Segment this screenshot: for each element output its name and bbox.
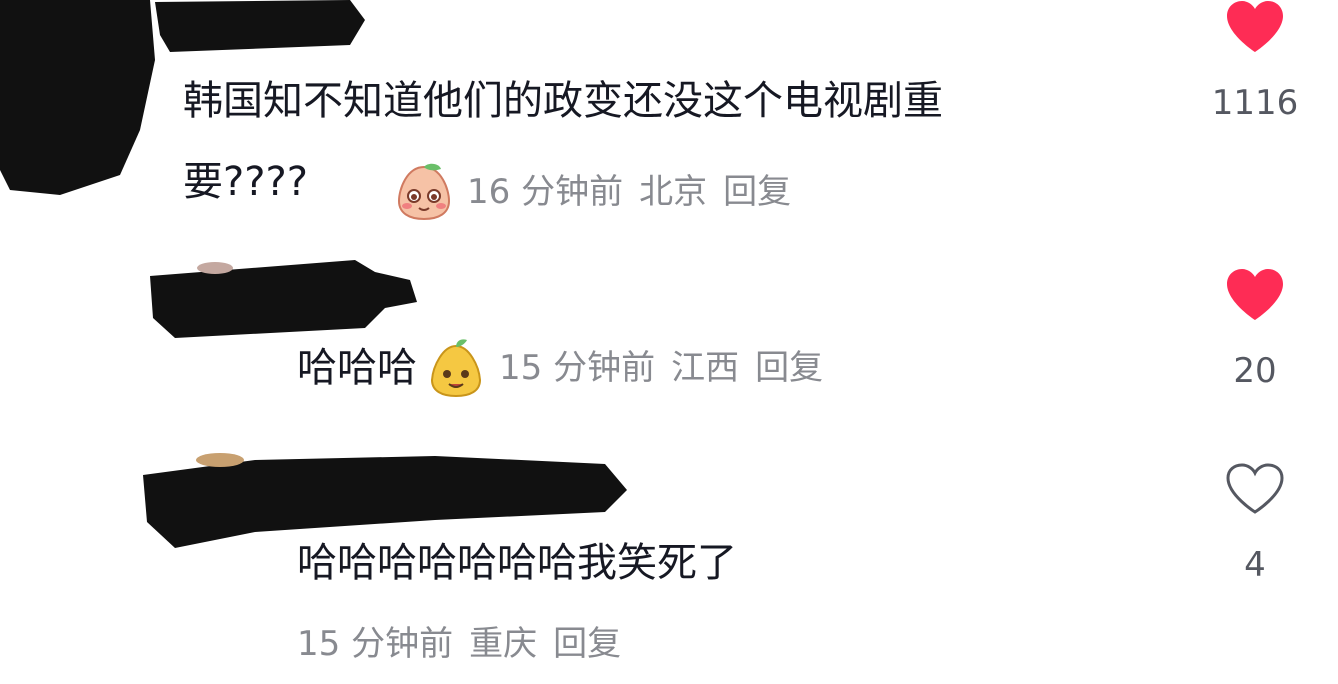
comment-3-reply-button[interactable]: 回复 — [553, 627, 621, 661]
comment-3-meta: 15 分钟前 重庆 回复 — [297, 627, 637, 661]
comment-3-location: 重庆 — [469, 624, 538, 664]
comment-1-text-line1: 韩国知不知道他们的政变还没这个电视剧重 — [183, 78, 943, 124]
blushing-peach-emoji — [397, 163, 451, 221]
comment-2-time: 15 分钟前 — [499, 348, 656, 388]
heart-outline-icon — [1226, 463, 1284, 514]
comment-1-like-button[interactable]: 1116 — [1205, 0, 1305, 120]
comment-3-text: 哈哈哈哈哈哈哈我笑死了 — [297, 540, 737, 586]
comment-1-text-line2: 要???? — [183, 159, 308, 205]
comment-3-like-count: 4 — [1244, 545, 1266, 585]
heart-filled-icon — [1227, 1, 1283, 52]
redacted-username-1 — [155, 0, 365, 52]
redacted-username-2 — [150, 260, 417, 338]
comment-2-text: 哈哈哈 — [297, 345, 417, 391]
comment-2-reply-button[interactable]: 回复 — [755, 351, 823, 385]
comment-1-like-count: 1116 — [1211, 83, 1299, 123]
comment-1-time: 16 分钟前 — [467, 172, 624, 212]
comment-1-reply-button[interactable]: 回复 — [723, 175, 791, 209]
comment-3-time: 15 分钟前 — [297, 624, 454, 664]
comment-2-like-button[interactable]: 20 — [1205, 268, 1305, 388]
comment-2-line: 哈哈哈 15 分钟前 江西 回复 — [297, 338, 839, 398]
comment-2-location: 江西 — [671, 348, 740, 388]
heart-filled-icon — [1227, 269, 1283, 320]
comment-3-like-button[interactable]: 4 — [1205, 462, 1305, 582]
smiling-pear-emoji — [430, 339, 482, 398]
comment-2-like-count: 20 — [1233, 351, 1277, 391]
redacted-avatar-1 — [0, 0, 155, 195]
comment-1-location: 北京 — [639, 172, 708, 212]
comment-1-meta: 16 分钟前 北京 回复 — [395, 163, 807, 221]
